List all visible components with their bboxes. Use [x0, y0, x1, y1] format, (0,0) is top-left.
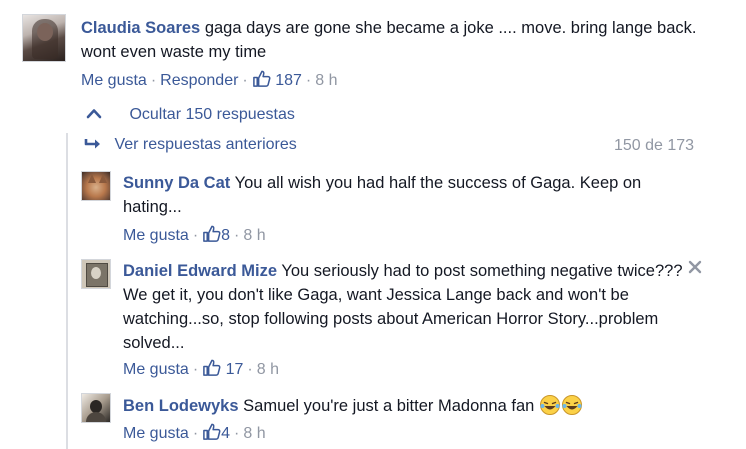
thumbs-up-icon [203, 423, 221, 440]
reply-1-actions: Me gusta · 8 · 8 h [123, 224, 266, 246]
comment-actions: Me gusta · Responder · 187 · 8 h [81, 69, 337, 91]
previous-replies-link[interactable]: Ver respuestas anteriores [114, 136, 296, 153]
reply-2-actions: Me gusta · 17 · 8 h [123, 358, 279, 380]
reply-2-author[interactable]: Daniel Edward Mize [123, 262, 277, 280]
thumbs-up-icon [252, 70, 271, 87]
reply-3-time[interactable]: 8 h [243, 425, 265, 442]
reply-arrow-icon [84, 139, 100, 149]
reply-3-text: Samuel you're just a bitter Madonna fan [243, 397, 535, 415]
reply-1-like-link[interactable]: Me gusta [123, 227, 189, 244]
avatar-daniel[interactable] [81, 259, 111, 289]
hide-replies-link[interactable]: Ocultar 150 respuestas [129, 106, 294, 123]
previous-replies-row[interactable]: Ver respuestas anteriores [84, 134, 297, 156]
reply-2-like-link[interactable]: Me gusta [123, 361, 189, 378]
reply-3-like-link[interactable]: Me gusta [123, 425, 189, 442]
avatar-ben[interactable] [81, 393, 111, 423]
reply-1-likes-count: 8 [221, 227, 231, 244]
comment-reply-link[interactable]: Responder [160, 72, 238, 89]
comment-author[interactable]: Claudia Soares [81, 19, 200, 37]
reply-2-likes-count: 17 [225, 361, 244, 378]
thumbs-up-icon [203, 359, 221, 376]
reply-2-likes[interactable]: 17 [202, 359, 244, 378]
reply-2-body: Daniel Edward Mize You seriously had to … [123, 259, 688, 355]
chevron-up-icon [86, 109, 102, 119]
replies-thread-line [66, 133, 68, 449]
reply-3-body: Ben Lodewyks Samuel you're just a bitter… [123, 394, 688, 418]
reply-3-author[interactable]: Ben Lodewyks [123, 397, 239, 415]
close-icon[interactable] [688, 260, 702, 274]
comment-time[interactable]: 8 h [315, 72, 337, 89]
reply-1-likes[interactable]: 8 [202, 225, 231, 244]
reply-3-likes[interactable]: 4 [202, 423, 231, 442]
comment-likes-count: 187 [275, 72, 302, 89]
laughing-tears-emoji [539, 395, 560, 415]
avatar-sunny[interactable] [81, 171, 111, 201]
replies-count: 150 de 173 [614, 137, 695, 154]
reply-2-time[interactable]: 8 h [257, 361, 279, 378]
comment-likes[interactable]: 187 [252, 70, 302, 89]
hide-replies-row[interactable]: Ocultar 150 respuestas [86, 104, 295, 126]
reply-3-actions: Me gusta · 4 · 8 h [123, 422, 266, 444]
laughing-tears-emoji [561, 395, 582, 415]
thumbs-up-icon [203, 225, 221, 242]
comment-like-link[interactable]: Me gusta [81, 72, 147, 89]
comment-body: Claudia Soares gaga days are gone she be… [81, 16, 721, 64]
avatar-claudia[interactable] [22, 14, 66, 62]
reply-1-body: Sunny Da Cat You all wish you had half t… [123, 171, 688, 219]
reply-1-time[interactable]: 8 h [243, 227, 265, 244]
reply-1-author[interactable]: Sunny Da Cat [123, 174, 230, 192]
reply-3-likes-count: 4 [221, 425, 231, 442]
